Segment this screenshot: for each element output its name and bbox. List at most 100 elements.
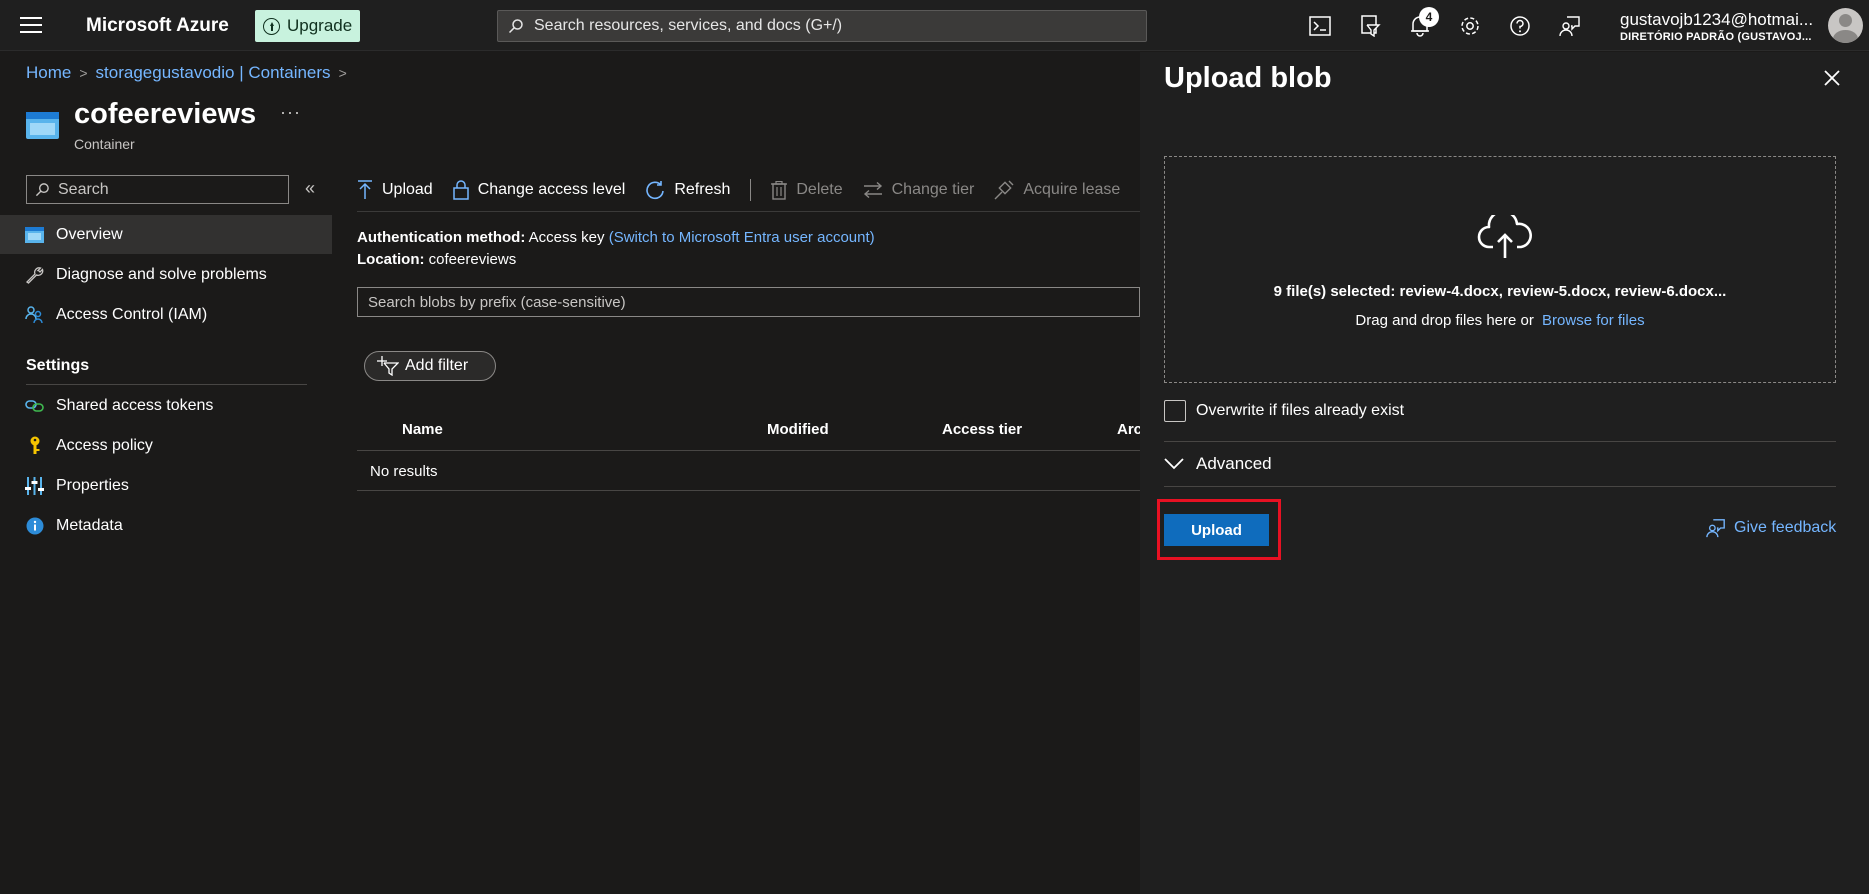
page-subtitle: Container (74, 136, 135, 152)
breadcrumb-storage-containers[interactable]: storagegustavodio | Containers (96, 63, 331, 83)
sidebar-search-input[interactable]: Search (26, 175, 289, 204)
advanced-section-toggle[interactable]: Advanced (1164, 454, 1272, 474)
sidebar-item-access-policy[interactable]: Access policy (0, 426, 332, 465)
upload-toolbar-button[interactable]: Upload (357, 180, 433, 200)
top-bar: Microsoft Azure Upgrade Search resources… (0, 0, 1869, 51)
breadcrumb: Home > storagegustavodio | Containers > (26, 63, 347, 83)
key-icon (25, 436, 44, 455)
overview-icon (25, 225, 44, 244)
sidebar-item-shared-access-tokens[interactable]: Shared access tokens (0, 386, 332, 425)
table-row-divider (357, 490, 1140, 491)
location-value: cofeereviews (428, 251, 517, 268)
drag-drop-label: Drag and drop files here or (1355, 312, 1534, 329)
sidebar-item-label: Shared access tokens (56, 396, 214, 414)
sidebar-item-metadata[interactable]: Metadata (0, 506, 332, 545)
brand-title[interactable]: Microsoft Azure (86, 15, 229, 37)
chevron-right-icon: > (338, 65, 347, 81)
auth-label: Authentication method: (357, 229, 526, 246)
upgrade-arrow-icon (263, 17, 280, 35)
user-email[interactable]: gustavojb1234@hotmai... (1620, 10, 1813, 30)
panel-title: Upload blob (1164, 62, 1332, 94)
settings-icon[interactable] (1457, 13, 1483, 39)
properties-icon (25, 476, 44, 495)
add-filter-label: Add filter (405, 357, 469, 374)
wrench-icon (25, 265, 44, 284)
overwrite-label: Overwrite if files already exist (1196, 402, 1405, 419)
container-icon (26, 112, 59, 139)
refresh-button[interactable]: Refresh (645, 180, 730, 200)
more-options-icon[interactable]: ··· (280, 102, 301, 123)
collapse-sidebar-icon[interactable]: « (305, 178, 315, 199)
chevron-right-icon: > (79, 65, 88, 81)
menu-icon[interactable] (18, 14, 44, 36)
column-header-modified[interactable]: Modified (767, 421, 829, 438)
column-header-access-tier[interactable]: Access tier (942, 421, 1022, 438)
change-tier-button[interactable]: Change tier (863, 181, 974, 199)
global-search-input[interactable]: Search resources, services, and docs (G+… (497, 10, 1147, 42)
upload-button[interactable]: Upload (1164, 514, 1269, 546)
filter-add-icon (377, 356, 399, 376)
global-search-placeholder: Search resources, services, and docs (G+… (534, 17, 843, 34)
directory-filter-icon[interactable] (1357, 13, 1383, 39)
upgrade-label: Upgrade (287, 16, 353, 35)
give-feedback-link[interactable]: Give feedback (1706, 518, 1836, 538)
table-header-divider (357, 450, 1140, 451)
column-header-name[interactable]: Name (402, 421, 443, 438)
sidebar-item-label: Access Control (IAM) (56, 305, 208, 323)
upload-toolbar-label: Upload (382, 181, 433, 198)
delete-label: Delete (796, 181, 843, 198)
sidebar-item-diagnose[interactable]: Diagnose and solve problems (0, 255, 332, 294)
toolbar-divider (357, 211, 1140, 212)
authentication-method: Authentication method: Access key (Switc… (357, 229, 875, 246)
sidebar-item-properties[interactable]: Properties (0, 466, 332, 505)
overwrite-option[interactable]: Overwrite if files already exist (1164, 400, 1404, 422)
close-icon[interactable] (1820, 66, 1844, 90)
add-filter-button[interactable]: Add filter (364, 351, 496, 381)
blob-search-input[interactable]: Search blobs by prefix (case-sensitive) (357, 287, 1140, 317)
acquire-lease-button[interactable]: Acquire lease (994, 180, 1120, 200)
sidebar-search-placeholder: Search (58, 180, 109, 198)
info-icon (25, 516, 44, 535)
switch-auth-link[interactable]: (Switch to Microsoft Entra user account) (609, 229, 875, 246)
delete-button[interactable]: Delete (771, 180, 843, 200)
sidebar-item-label: Access policy (56, 436, 153, 454)
cloud-shell-icon[interactable] (1307, 13, 1333, 39)
upload-icon (358, 180, 372, 199)
breadcrumb-home[interactable]: Home (26, 63, 71, 83)
sidebar-divider (26, 384, 307, 385)
toolbar-separator (750, 179, 752, 201)
selected-files-text: 9 file(s) selected: review-4.docx, revie… (1273, 283, 1727, 300)
avatar[interactable] (1828, 8, 1863, 43)
people-icon (25, 305, 44, 324)
upload-blob-panel: Upload blob 9 file(s) selected: review-4… (1140, 52, 1869, 894)
file-drop-zone[interactable]: 9 file(s) selected: review-4.docx, revie… (1164, 156, 1836, 383)
panel-divider (1164, 486, 1836, 487)
settings-heading: Settings (26, 357, 90, 374)
sidebar-item-label: Properties (56, 476, 129, 494)
upgrade-button[interactable]: Upgrade (255, 10, 361, 42)
trash-icon (771, 180, 788, 200)
browse-files-link[interactable]: Browse for files (1542, 312, 1645, 329)
sidebar-item-access-control[interactable]: Access Control (IAM) (0, 295, 332, 334)
blob-search-placeholder: Search blobs by prefix (case-sensitive) (368, 293, 626, 311)
search-icon (508, 19, 523, 34)
empty-table-message: No results (370, 463, 438, 480)
column-header-archive[interactable]: Arc (1117, 421, 1142, 438)
overwrite-checkbox[interactable] (1164, 400, 1186, 422)
sidebar-item-overview[interactable]: Overview (0, 215, 332, 254)
change-access-level-button[interactable]: Change access level (452, 180, 626, 200)
auth-value: Access key (528, 229, 605, 246)
help-icon[interactable] (1507, 13, 1533, 39)
advanced-label: Advanced (1196, 454, 1272, 473)
notification-count-badge: 4 (1419, 7, 1439, 27)
lease-icon (994, 180, 1014, 200)
page-title: cofeereviews (74, 98, 257, 130)
command-toolbar: Upload Change access level Refresh Delet… (357, 175, 1120, 205)
user-directory[interactable]: DIRETÓRIO PADRÃO (GUSTAVOJ... (1620, 31, 1812, 43)
change-access-level-label: Change access level (477, 181, 626, 198)
acquire-lease-label: Acquire lease (1023, 181, 1121, 198)
sidebar-item-label: Overview (56, 225, 123, 243)
refresh-label: Refresh (674, 181, 731, 198)
feedback-icon[interactable] (1557, 13, 1583, 39)
drag-drop-text: Drag and drop files here or Browse for f… (1165, 312, 1835, 329)
